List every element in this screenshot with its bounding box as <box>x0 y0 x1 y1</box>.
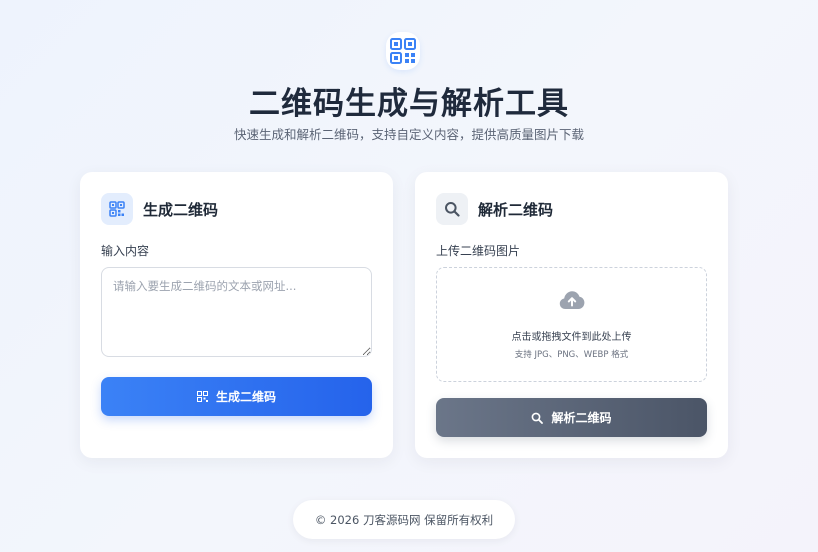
upload-format-hint: 支持 JPG、PNG、WEBP 格式 <box>514 350 629 360</box>
search-icon <box>532 412 544 424</box>
upload-instruction: 点击或拖拽文件到此处上传 <box>511 332 632 343</box>
page-title: 二维码生成与解析工具 <box>249 86 569 122</box>
generate-card-title: 生成二维码 <box>143 200 219 219</box>
logo-badge <box>386 32 420 70</box>
page-subtitle: 快速生成和解析二维码，支持自定义内容，提供高质量图片下载 <box>233 127 584 142</box>
upload-label: 上传二维码图片 <box>436 244 521 258</box>
content-input[interactable] <box>101 267 372 357</box>
footer-text: © 2026 刀客源码网 保留所有权利 <box>314 512 494 527</box>
footer-copyright: © 2026 刀客源码网 保留所有权利 <box>293 500 515 539</box>
upload-dropzone[interactable]: 点击或拖拽文件到此处上传 支持 JPG、PNG、WEBP 格式 <box>436 267 707 382</box>
parse-card-header: 解析二维码 <box>436 193 553 225</box>
generate-button-label: 生成二维码 <box>215 390 276 404</box>
cloud-upload-icon <box>559 291 585 309</box>
parse-button-label: 解析二维码 <box>551 411 612 425</box>
qr-code-icon <box>109 201 125 217</box>
parse-card-icon-box <box>436 193 468 225</box>
qr-code-icon <box>196 391 208 402</box>
generate-card-header: 生成二维码 <box>101 193 218 225</box>
parse-card: 解析二维码 上传二维码图片 点击或拖拽文件到此处上传 支持 JPG、PNG、WE… <box>415 172 728 458</box>
qr-code-icon <box>390 38 416 64</box>
generate-card-icon-box <box>101 193 133 225</box>
parse-button[interactable]: 解析二维码 <box>436 398 707 437</box>
content-input-label: 输入内容 <box>101 244 150 258</box>
generate-card: 生成二维码 输入内容 生成二维码 <box>80 172 393 458</box>
parse-card-title: 解析二维码 <box>478 200 554 219</box>
search-icon <box>445 202 460 217</box>
generate-button[interactable]: 生成二维码 <box>101 377 372 416</box>
